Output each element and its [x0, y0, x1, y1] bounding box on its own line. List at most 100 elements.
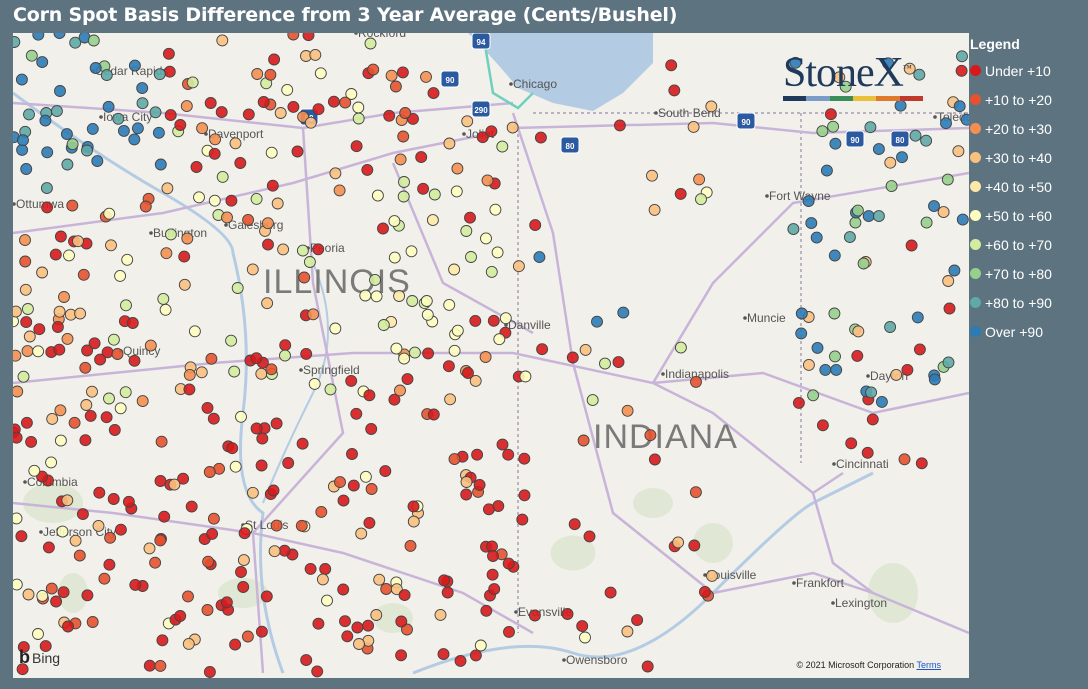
basis-station-point [339, 96, 352, 109]
legend-item[interactable]: Over +90 [970, 317, 1088, 346]
legend-item[interactable]: +50 to +60 [970, 201, 1088, 230]
basis-station-point [303, 256, 316, 268]
highway-shield-label: 290 [474, 106, 488, 115]
basis-station-point [792, 396, 805, 409]
basis-station-point [128, 354, 141, 367]
basis-station-point [393, 290, 406, 302]
basis-station-point [406, 295, 419, 307]
basis-station-point [506, 121, 519, 134]
basis-station-point [928, 200, 940, 213]
basis-station-point [884, 321, 897, 333]
basis-station-point [156, 634, 169, 647]
basis-station-point [182, 637, 195, 650]
basis-station-point [864, 121, 877, 134]
basis-station-point [695, 193, 707, 206]
basis-station-point [277, 243, 290, 256]
basis-map[interactable]: 90948829080909080ILLINOISINDIANACedar Ra… [13, 33, 969, 678]
legend-swatch-icon [970, 268, 981, 279]
basis-station-point [89, 62, 102, 74]
basis-station-point [487, 314, 500, 327]
legend-item[interactable]: +70 to +80 [970, 259, 1088, 288]
basis-station-point [953, 100, 966, 113]
legend-swatch-icon [970, 181, 981, 192]
basis-station-point [380, 583, 393, 595]
basis-station-point [454, 654, 467, 667]
basis-station-point [398, 176, 410, 188]
basis-station-point [905, 239, 918, 252]
basis-station-point [397, 190, 410, 203]
basis-station-point [448, 263, 461, 276]
legend-item[interactable]: +10 to +20 [970, 85, 1088, 114]
stonex-bar-segment [806, 96, 830, 101]
basis-station-point [333, 184, 346, 197]
stonex-color-bar [783, 96, 923, 101]
basis-station-point [237, 554, 250, 567]
basis-station-point [337, 494, 350, 507]
basis-station-point [312, 243, 325, 256]
basis-station-point [57, 586, 70, 599]
basis-station-point [13, 431, 23, 444]
basis-station-point [13, 512, 23, 525]
basis-station-point [561, 608, 574, 620]
basis-station-point [898, 453, 911, 466]
city-label: Springfield [303, 363, 360, 377]
highway-shield-label: 90 [446, 76, 455, 85]
basis-station-point [23, 330, 36, 343]
legend-item[interactable]: +20 to +30 [970, 114, 1088, 143]
basis-station-point [350, 140, 363, 153]
basis-station-point [461, 115, 474, 128]
basis-station-point [91, 155, 104, 168]
basis-station-point [21, 345, 34, 358]
legend-item[interactable]: +40 to +50 [970, 172, 1088, 201]
basis-station-point [98, 572, 111, 585]
bing-label: Bing [32, 649, 61, 666]
basis-station-point [19, 283, 32, 296]
basis-station-point [235, 410, 247, 423]
basis-station-point [591, 315, 603, 328]
basis-station-point [420, 295, 433, 307]
basis-station-point [23, 108, 35, 121]
basis-station-point [80, 399, 93, 411]
map-canvas[interactable]: 90948829080909080ILLINOISINDIANACedar Ra… [13, 33, 969, 678]
legend-item[interactable]: +60 to +70 [970, 230, 1088, 259]
basis-station-point [60, 128, 73, 141]
basis-station-point [363, 516, 376, 529]
forest-area [633, 488, 673, 518]
basis-station-point [54, 434, 67, 447]
basis-station-point [174, 119, 187, 131]
legend-item[interactable]: +80 to +90 [970, 288, 1088, 317]
basis-station-point [250, 192, 263, 205]
basis-station-point [174, 610, 187, 622]
basis-station-point [196, 122, 209, 135]
legend-panel: Legend Under +10 +10 to +20 +20 to +30 +30 … [970, 36, 1088, 346]
basis-station-point [36, 589, 49, 602]
basis-station-point [960, 113, 969, 126]
legend-label: +40 to +50 [985, 178, 1052, 195]
basis-station-point [207, 512, 220, 525]
city-label: Chicago [513, 77, 557, 91]
basis-station-point [231, 282, 244, 294]
basis-station-point [159, 303, 172, 316]
basis-station-point [111, 348, 124, 360]
basis-station-point [489, 203, 502, 216]
basis-station-point [15, 73, 28, 86]
basis-station-point [149, 106, 162, 119]
basis-station-point [401, 373, 414, 386]
basis-station-point [674, 187, 687, 200]
legend-item[interactable]: Under +10 [970, 56, 1088, 85]
basis-station-point [599, 357, 611, 370]
basis-station-point [488, 583, 501, 596]
basis-station-point [13, 578, 23, 591]
basis-station-point [373, 573, 386, 586]
legend-item[interactable]: +30 to +40 [970, 143, 1088, 172]
basis-station-point [39, 114, 52, 127]
basis-station-point [911, 311, 924, 324]
basis-station-point [849, 216, 862, 229]
basis-station-point [86, 385, 98, 398]
basis-station-point [307, 308, 320, 321]
basis-station-point [13, 305, 22, 318]
terms-link[interactable]: Terms [917, 660, 942, 670]
basis-station-point [502, 448, 515, 461]
basis-station-point [396, 66, 409, 79]
basis-station-point [337, 583, 350, 596]
